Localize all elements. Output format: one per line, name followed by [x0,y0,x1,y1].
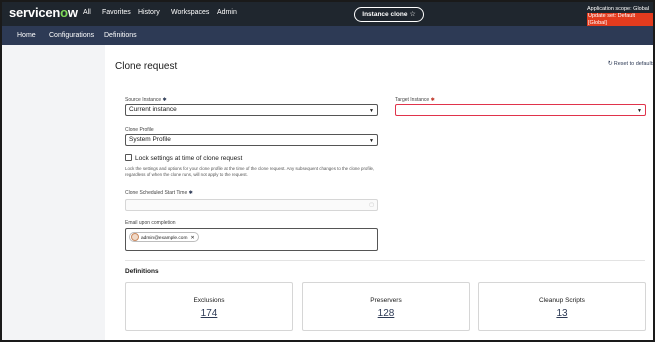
logo-text-end: w [67,5,78,20]
clone-profile-label: Clone Profile [125,127,154,133]
preservers-title: Preservers [370,297,402,304]
application-scope[interactable]: Application scope: Global Update set: De… [587,6,653,27]
source-label-text: Source Instance [125,97,162,103]
target-label-text: Target Instance [395,97,430,103]
subnav-definitions[interactable]: Definitions [104,32,137,39]
subnav-configurations[interactable]: Configurations [49,32,94,39]
clone-request-panel: Clone request ↻Reset to defaults Source … [105,45,653,340]
subnav-home[interactable]: Home [17,32,36,39]
sub-navigation-bar: Home Configurations Definitions [2,26,653,45]
update-set-badge: Update set: Default [Global] [587,13,653,27]
email-chip: admin@example.com ✕ [129,232,199,242]
exclusions-count-link[interactable]: 174 [126,308,292,319]
preservers-count-link[interactable]: 128 [303,308,469,319]
start-time-label: Clone Scheduled Start Time ✱ [125,190,193,196]
cleanup-scripts-count-link[interactable]: 13 [479,308,645,319]
reset-to-defaults-link[interactable]: ↻Reset to defaults [607,60,655,67]
required-mark: ✱ [188,190,193,196]
start-time-label-text: Clone Scheduled Start Time [125,190,188,196]
dropdown-caret-icon: ▼ [369,108,374,114]
start-time-input[interactable]: ▢ [125,199,378,211]
required-mark: ✱ [430,97,435,103]
nav-favorites[interactable]: Favorites [102,9,131,16]
top-navigation-bar: servicenow All Favorites History Workspa… [2,2,653,27]
email-chip-text: admin@example.com [141,236,188,241]
nav-all[interactable]: All [83,9,91,16]
nav-workspaces[interactable]: Workspaces [171,9,209,16]
section-divider [125,260,645,261]
scope-line: Application scope: Global [587,6,650,12]
logo-accent-o: o [60,5,68,20]
cleanup-scripts-card: Cleanup Scripts 13 [478,282,646,331]
lock-settings-help-text: Lock the settings and options for your c… [125,166,375,177]
logo-text: servicen [9,5,61,20]
clone-profile-select[interactable]: System Profile ▼ [125,134,378,146]
lock-settings-label[interactable]: Lock settings at time of clone request [135,155,242,162]
source-instance-select[interactable]: Current instance ▼ [125,104,378,116]
avatar [131,233,139,241]
reset-label: Reset to defaults [613,61,655,67]
remove-chip-icon[interactable]: ✕ [190,235,194,241]
page-title: Clone request [115,61,178,72]
source-instance-label: Source Instance ✱ [125,97,167,103]
email-label: Email upon completion [125,220,176,226]
instance-clone-pill[interactable]: Instance clone ☆ [354,7,424,22]
target-instance-label: Target Instance ✱ [395,97,435,103]
exclusions-title: Exclusions [193,297,225,304]
clone-profile-value: System Profile [129,136,171,143]
lock-settings-row: Lock settings at time of clone request [125,154,242,162]
definitions-heading: Definitions [125,268,159,275]
preservers-card: Preservers 128 [302,282,470,331]
dropdown-caret-icon: ▼ [637,108,642,114]
calendar-icon: ▢ [369,202,374,208]
star-icon[interactable]: ☆ [409,11,415,18]
email-recipients-field[interactable]: admin@example.com ✕ [125,228,378,251]
app-frame: servicenow All Favorites History Workspa… [0,0,655,342]
pill-label: Instance clone [362,11,408,18]
dropdown-caret-icon: ▼ [369,138,374,144]
nav-history[interactable]: History [138,9,160,16]
cleanup-scripts-title: Cleanup Scripts [539,297,585,304]
refresh-icon: ↻ [607,61,613,67]
nav-admin[interactable]: Admin [217,9,237,16]
source-instance-value: Current instance [129,106,177,113]
exclusions-card: Exclusions 174 [125,282,293,331]
target-instance-select[interactable]: ▼ [395,104,646,116]
lock-settings-checkbox[interactable] [125,154,132,161]
required-mark: ✱ [162,97,167,103]
servicenow-logo[interactable]: servicenow [9,5,78,20]
